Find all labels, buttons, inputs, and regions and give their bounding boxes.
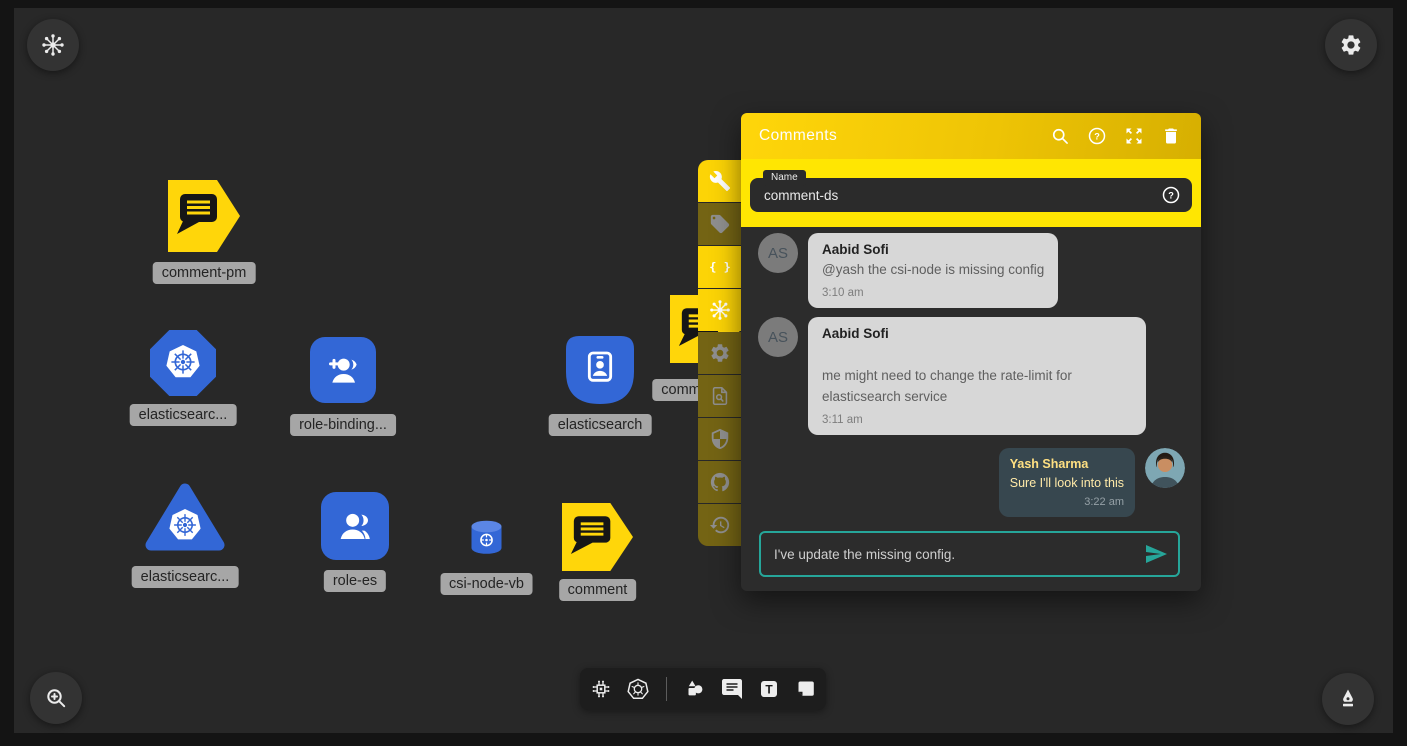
- node-label: role-binding...: [290, 414, 396, 436]
- delete-icon[interactable]: [1161, 126, 1181, 146]
- canvas-node-elasticsearc[interactable]: [143, 479, 227, 556]
- canvas-node-elasticsearc[interactable]: [150, 330, 216, 396]
- message-author: Aabid Sofi: [822, 242, 1044, 257]
- svg-text:{ }: { }: [709, 260, 731, 274]
- svg-text:?: ?: [1168, 190, 1174, 200]
- search-icon[interactable]: [1050, 126, 1070, 146]
- name-section: Name ?: [741, 159, 1201, 227]
- messages-list: AS Aabid Sofi @yash the csi-node is missin…: [741, 227, 1201, 531]
- chat-input-box: [759, 531, 1180, 577]
- avatar-photo: [1145, 448, 1185, 488]
- svg-text:T: T: [765, 683, 773, 697]
- node-label: role-es: [324, 570, 386, 592]
- message-text: @yash the csi-node is missing config: [822, 260, 1044, 280]
- node-label: comment-pm: [153, 262, 256, 284]
- node-label: csi-node-vb: [440, 573, 533, 595]
- node-side-toolbar: { }: [698, 160, 741, 546]
- shield-icon: [709, 428, 731, 450]
- canvas-node-csi-node-vb[interactable]: [471, 520, 502, 555]
- side-toolbar-tag-button[interactable]: [698, 203, 741, 245]
- node-label: elasticsearc...: [130, 404, 237, 426]
- side-toolbar-history-button[interactable]: [698, 504, 741, 546]
- message-time: 3:22 am: [1010, 496, 1124, 508]
- settings-icon: [1339, 33, 1363, 57]
- bottom-toolbar-text-button[interactable]: T: [757, 677, 781, 701]
- panel-title: Comments: [759, 127, 1033, 145]
- name-field-label: Name: [763, 170, 806, 186]
- comment-message: Yash Sharma Sure I'll look into this 3:22 …: [758, 448, 1185, 517]
- name-field: Name ?: [750, 178, 1192, 212]
- side-toolbar-shield-button[interactable]: [698, 418, 741, 460]
- chat-message-input[interactable]: [761, 546, 1144, 563]
- hub-icon: [709, 299, 731, 321]
- message-bubble: Yash Sharma Sure I'll look into this 3:22 …: [999, 448, 1135, 517]
- side-toolbar-github-button[interactable]: [698, 461, 741, 503]
- shapes-bottom-toolbar: T: [580, 668, 826, 710]
- zoom-in-icon: [44, 686, 68, 710]
- message-bubble: Aabid Sofi me might need to change the ra…: [808, 317, 1146, 435]
- side-toolbar-settings-button[interactable]: [698, 332, 741, 374]
- canvas-node-comment[interactable]: [562, 503, 633, 571]
- app-window: comment-pm elasticsearc... role-binding...…: [0, 0, 1407, 746]
- comment-message: AS Aabid Sofi me might need to change the …: [758, 317, 1185, 435]
- send-button[interactable]: [1144, 542, 1168, 566]
- svg-text:?: ?: [1094, 131, 1100, 141]
- message-author: Yash Sharma: [1010, 457, 1124, 471]
- node-label: elasticsearch: [549, 414, 652, 436]
- canvas-node-role-binding[interactable]: [310, 337, 376, 403]
- avatar-initials: AS: [758, 233, 798, 273]
- comment-message: AS Aabid Sofi @yash the csi-node is missin…: [758, 233, 1185, 308]
- side-toolbar-wrench-button[interactable]: [698, 160, 741, 202]
- side-toolbar-doc-search-button[interactable]: [698, 375, 741, 417]
- bottom-toolbar-comment-button[interactable]: [720, 677, 744, 701]
- bottom-toolbar-flow-button[interactable]: [589, 677, 613, 701]
- side-toolbar-braces-button[interactable]: { }: [698, 246, 741, 288]
- message-author: Aabid Sofi: [822, 326, 1132, 341]
- side-toolbar-hub-button[interactable]: [698, 289, 741, 331]
- help-icon[interactable]: ?: [1087, 126, 1107, 146]
- bottom-toolbar-note-button[interactable]: [794, 677, 818, 701]
- name-help-icon[interactable]: ?: [1161, 185, 1181, 205]
- comments-panel: Comments ? Name ? AS Aabid Sofi @yash the …: [741, 113, 1201, 591]
- settings-icon: [709, 342, 731, 364]
- github-icon: [709, 471, 731, 493]
- settings-button[interactable]: [1325, 19, 1377, 71]
- fullscreen-icon[interactable]: [1124, 126, 1144, 146]
- canvas-node-elasticsearch[interactable]: [566, 336, 634, 404]
- node-label: elasticsearc...: [132, 566, 239, 588]
- message-time: 3:10 am: [822, 287, 1044, 299]
- toolbar-divider: [666, 677, 667, 701]
- pen-tool-icon: [1336, 687, 1360, 711]
- history-icon: [709, 514, 731, 536]
- message-text: me might need to change the rate-limit f…: [822, 366, 1132, 407]
- pen-tool-button[interactable]: [1322, 673, 1374, 725]
- zoom-button[interactable]: [30, 672, 82, 724]
- wrench-icon: [709, 170, 731, 192]
- hub-menu-button[interactable]: [27, 19, 79, 71]
- message-text: Sure I'll look into this: [1010, 474, 1124, 493]
- canvas-node-comment-pm[interactable]: [168, 180, 240, 252]
- avatar-initials: AS: [758, 317, 798, 357]
- bottom-toolbar-kubernetes-button[interactable]: [626, 677, 650, 701]
- node-label: comment: [559, 579, 637, 601]
- message-bubble: Aabid Sofi @yash the csi-node is missing …: [808, 233, 1058, 308]
- bottom-toolbar-shapes-button[interactable]: [683, 677, 707, 701]
- canvas-node-role-es[interactable]: [321, 492, 389, 560]
- tag-icon: [709, 213, 731, 235]
- doc-search-icon: [709, 385, 731, 407]
- braces-icon: { }: [709, 256, 731, 278]
- comments-panel-header[interactable]: Comments ?: [741, 113, 1201, 159]
- message-time: 3:11 am: [822, 414, 1132, 426]
- hub-icon: [41, 33, 65, 57]
- name-input[interactable]: [750, 188, 1161, 203]
